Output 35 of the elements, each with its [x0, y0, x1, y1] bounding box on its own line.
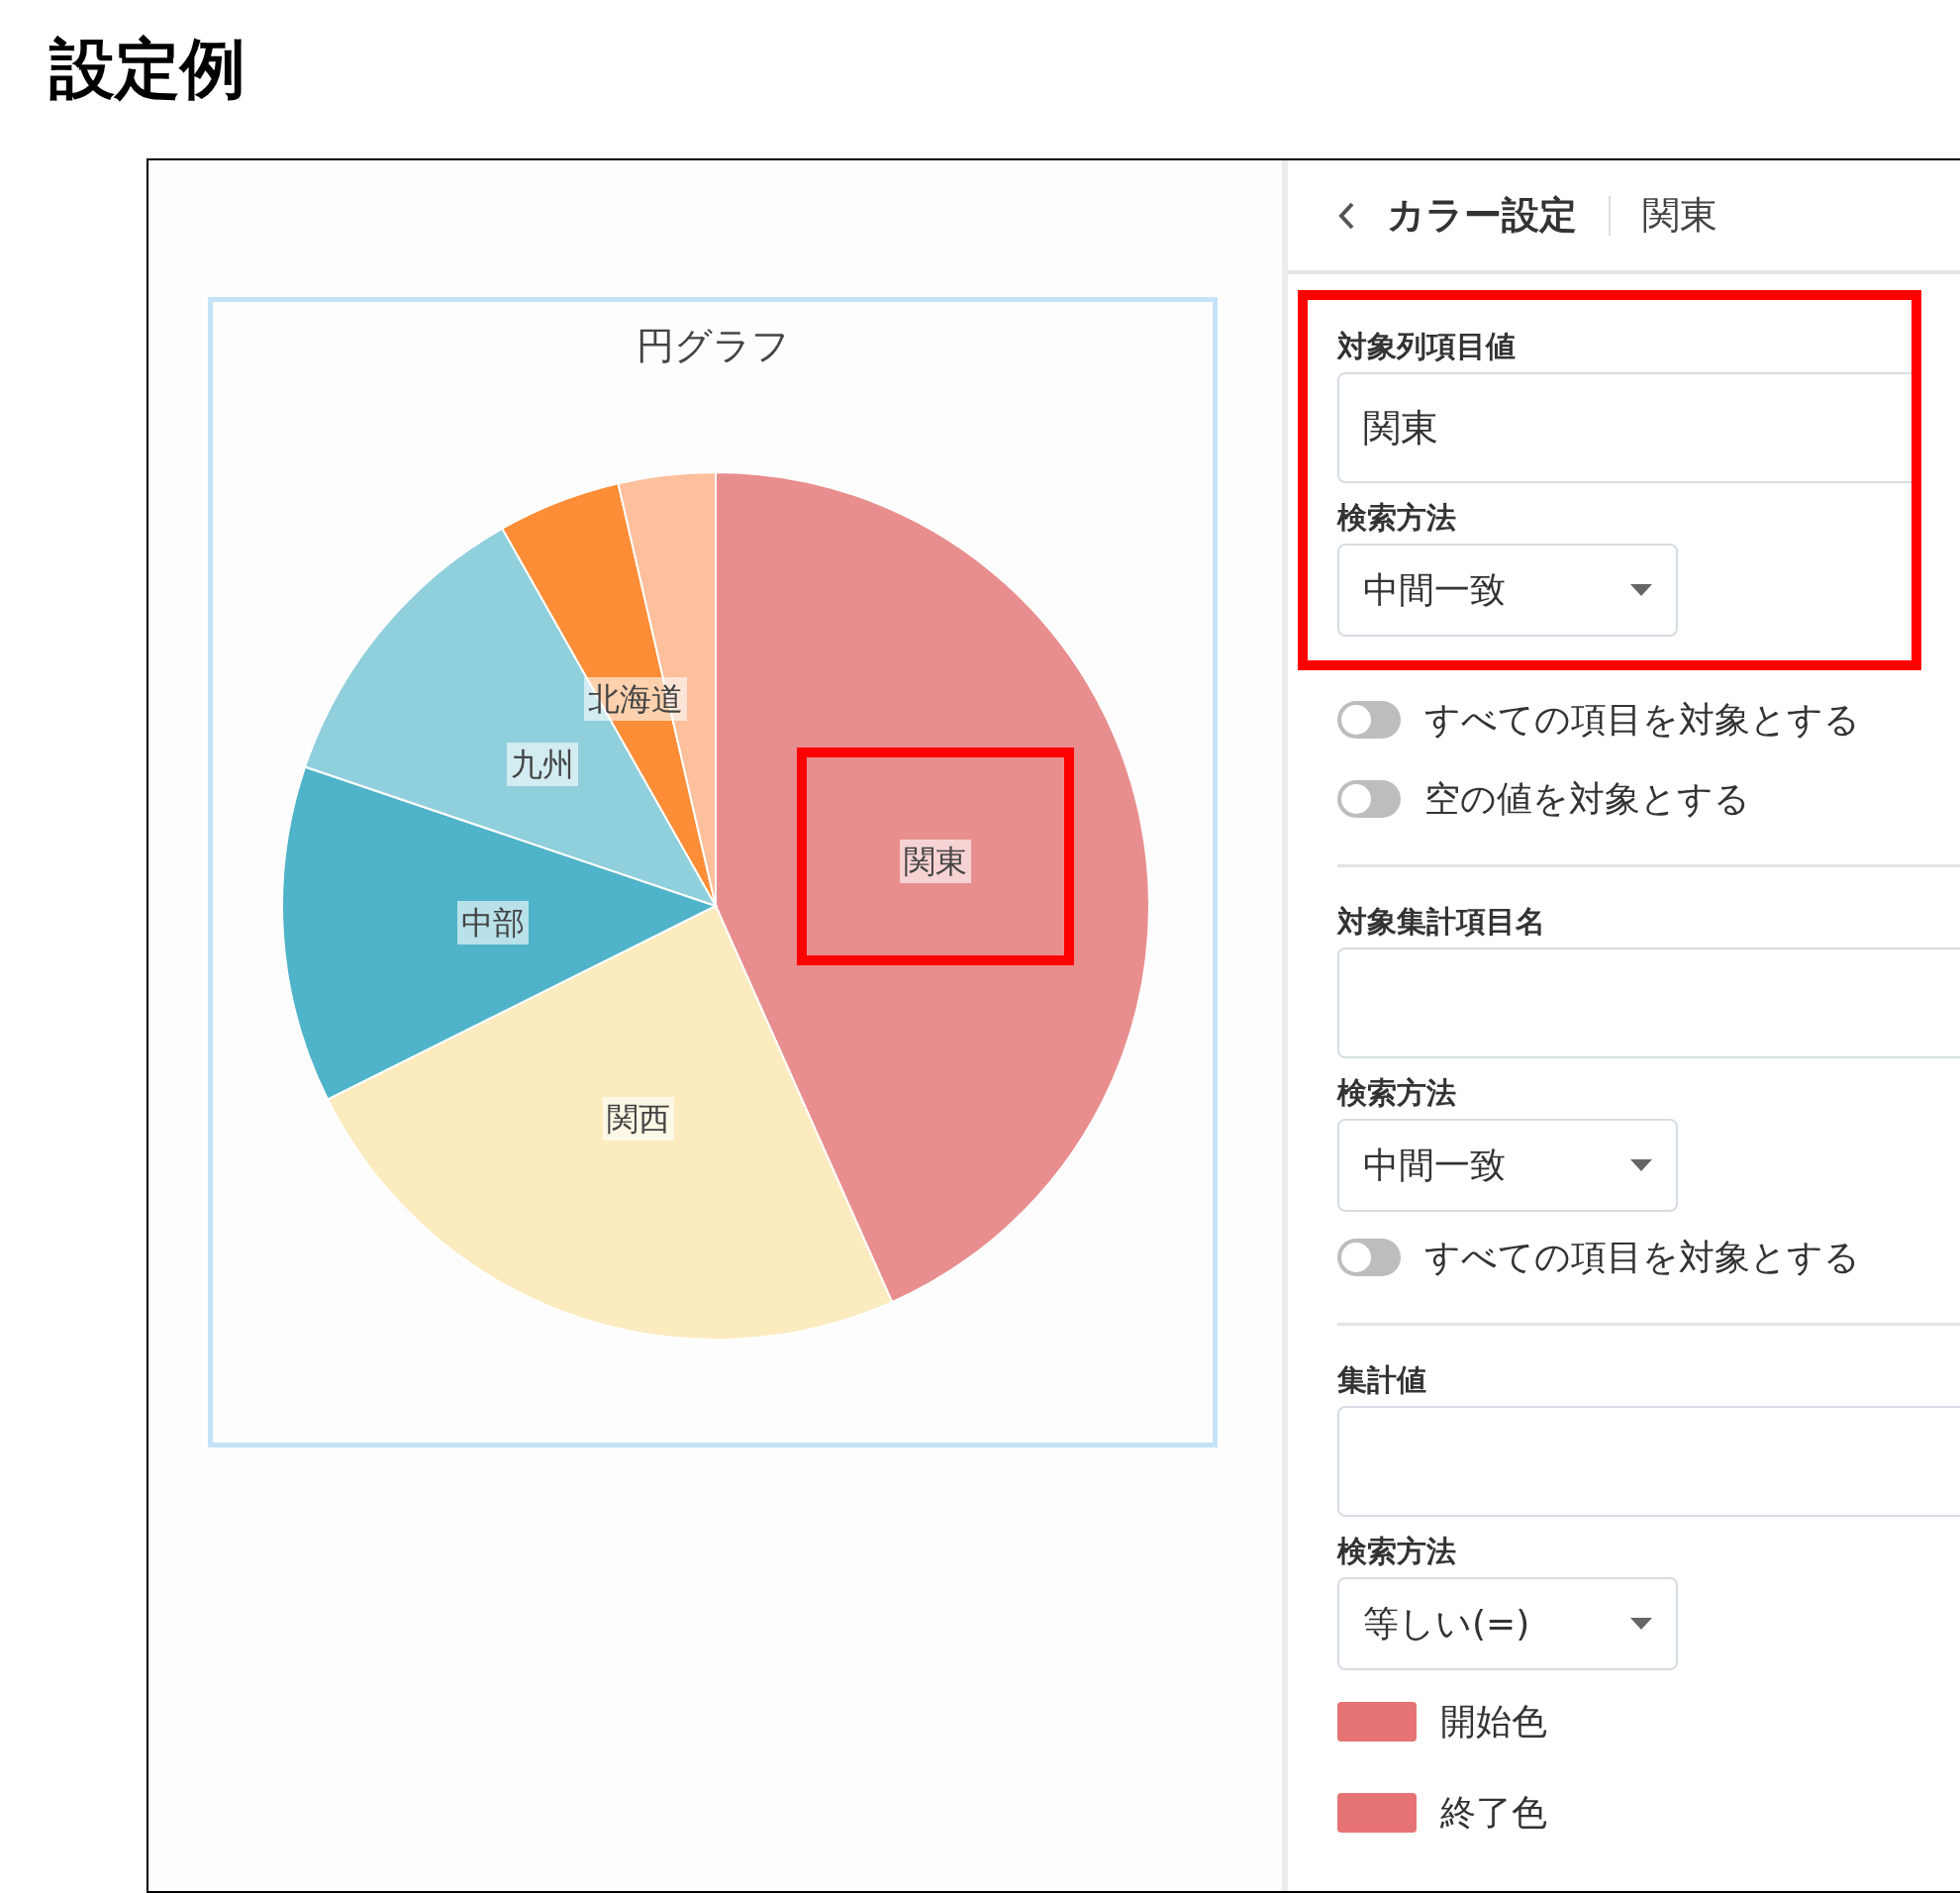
- chart-title: 円グラフ: [636, 323, 790, 369]
- toggle-label: 空の値を対象とする: [1424, 777, 1750, 821]
- slice-label: 北海道: [584, 677, 687, 721]
- slice-label: 関東: [900, 840, 971, 883]
- caret-icon: [1630, 1159, 1652, 1171]
- dropdown[interactable]: 中間一致: [1337, 544, 1678, 637]
- color-swatch[interactable]: [1337, 1702, 1417, 1742]
- field-label: 検索方法: [1337, 499, 1457, 537]
- caret-icon: [1630, 1618, 1652, 1630]
- panel-title: カラー設定: [1387, 192, 1577, 239]
- field-label: 集計値: [1337, 1361, 1427, 1399]
- slice-label: 九州: [507, 743, 578, 786]
- color-label: 終了色: [1440, 1791, 1547, 1835]
- panel-subtitle: 関東: [1642, 192, 1717, 239]
- back-icon[interactable]: [1337, 200, 1355, 231]
- toggle-label: すべての項目を対象とする: [1424, 698, 1860, 742]
- slice-label: 中部: [457, 901, 529, 945]
- toggle-label: すべての項目を対象とする: [1424, 1236, 1860, 1279]
- dropdown[interactable]: 中間一致: [1337, 1119, 1678, 1212]
- field-label: 検索方法: [1337, 1074, 1457, 1112]
- field-label: 対象集計項目名: [1337, 903, 1546, 941]
- field-label: 対象列項目値: [1337, 328, 1517, 365]
- field-label: 検索方法: [1337, 1533, 1457, 1570]
- slice-label: 関西: [603, 1097, 674, 1141]
- text-field[interactable]: [1337, 947, 1960, 1058]
- text-field[interactable]: [1337, 1406, 1960, 1517]
- caret-icon: [1630, 584, 1652, 596]
- text-field[interactable]: 関東: [1337, 372, 1911, 483]
- toggle-switch[interactable]: [1337, 1239, 1401, 1276]
- toggle-switch[interactable]: [1337, 701, 1401, 739]
- page-heading: 設定例: [49, 30, 246, 109]
- color-label: 開始色: [1440, 1700, 1547, 1744]
- color-swatch[interactable]: [1337, 1793, 1417, 1833]
- dropdown[interactable]: 等しい(=): [1337, 1577, 1678, 1670]
- toggle-switch[interactable]: [1337, 780, 1401, 818]
